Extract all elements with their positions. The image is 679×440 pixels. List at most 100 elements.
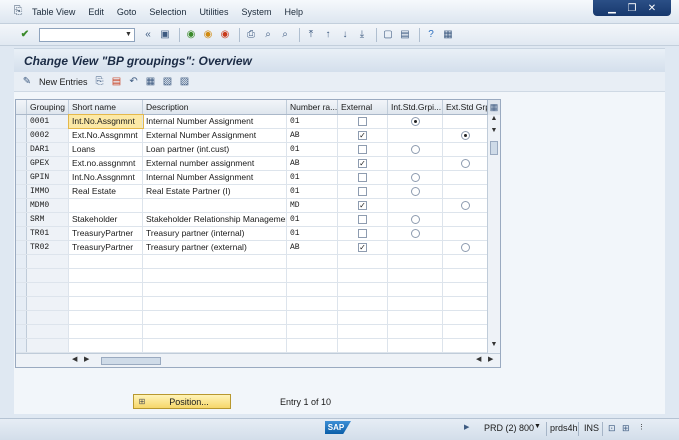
column-header-int-std-grouping[interactable]: Int.Std.Grpi... bbox=[388, 100, 443, 114]
row-selector[interactable] bbox=[16, 115, 27, 128]
column-header-grouping[interactable]: Grouping bbox=[27, 100, 69, 114]
scroll-down-icon[interactable]: ▼ bbox=[488, 127, 500, 139]
row-selector[interactable] bbox=[16, 129, 27, 142]
cell-short-name[interactable]: TreasuryPartner bbox=[69, 241, 143, 254]
previous-page-icon[interactable]: ↑ bbox=[321, 28, 335, 42]
new-session-icon[interactable]: ▢ bbox=[381, 28, 395, 42]
scroll-right-end-icon[interactable]: ▶ bbox=[488, 355, 493, 363]
print-icon[interactable]: ⎙ bbox=[244, 28, 258, 42]
row-selector[interactable] bbox=[16, 325, 27, 338]
cell-number-range[interactable]: 01 bbox=[287, 115, 338, 128]
cell-number-range[interactable]: 01 bbox=[287, 213, 338, 226]
cell-short-name[interactable]: TreasuryPartner bbox=[69, 227, 143, 240]
row-selector[interactable] bbox=[16, 255, 27, 268]
int-std-grouping-radio[interactable] bbox=[410, 187, 420, 196]
cell-description[interactable]: External number assignment bbox=[143, 157, 287, 170]
ext-std-grouping-radio[interactable] bbox=[461, 131, 470, 140]
exit-icon[interactable]: ◉ bbox=[201, 28, 215, 42]
ext-std-grouping-radio[interactable] bbox=[461, 243, 470, 252]
row-selector[interactable] bbox=[16, 185, 27, 198]
horizontal-scrollbar[interactable]: ◀ ▶ ◀ ▶ bbox=[16, 353, 500, 367]
scroll-down-end-icon[interactable]: ▼ bbox=[488, 341, 500, 353]
int-std-grouping-radio[interactable] bbox=[410, 229, 420, 238]
menu-item-edit[interactable]: Edit bbox=[88, 7, 104, 17]
menu-item-help[interactable]: Help bbox=[284, 7, 303, 17]
column-header-number-range[interactable]: Number ra... bbox=[287, 100, 338, 114]
external-checkbox[interactable] bbox=[358, 145, 367, 154]
undo-icon[interactable]: ↶ bbox=[127, 75, 141, 89]
row-selector[interactable] bbox=[16, 297, 27, 310]
column-header-description[interactable]: Description bbox=[143, 100, 287, 114]
next-page-icon[interactable]: ↓ bbox=[338, 28, 352, 42]
cell-short-name[interactable]: Int.No.Assgnmnt bbox=[68, 114, 144, 129]
select-all-icon[interactable]: ▦ bbox=[144, 75, 158, 89]
row-selector[interactable] bbox=[16, 311, 27, 324]
cell-number-range[interactable]: 01 bbox=[287, 227, 338, 240]
cell-number-range[interactable]: AB bbox=[287, 241, 338, 254]
cell-short-name[interactable]: Ext.No.Assgnmnt bbox=[69, 129, 143, 142]
delete-icon[interactable]: ▤ bbox=[110, 75, 124, 89]
new-entries-button[interactable]: New Entries bbox=[39, 77, 88, 87]
select-block-icon[interactable]: ▧ bbox=[161, 75, 175, 89]
row-selector[interactable] bbox=[16, 143, 27, 156]
cell-description[interactable]: Treasury partner (external) bbox=[143, 241, 287, 254]
cell-short-name[interactable] bbox=[69, 199, 143, 212]
scroll-left-end-icon[interactable]: ◀ bbox=[476, 355, 481, 363]
cell-description[interactable]: Internal Number Assignment bbox=[143, 171, 287, 184]
cell-description[interactable]: Treasury partner (internal) bbox=[143, 227, 287, 240]
menu-item-system[interactable]: System bbox=[241, 7, 271, 17]
command-field[interactable]: ▼ bbox=[39, 27, 135, 42]
external-checkbox[interactable] bbox=[358, 117, 367, 126]
cell-number-range[interactable]: 01 bbox=[287, 185, 338, 198]
cell-number-range[interactable]: 01 bbox=[287, 143, 338, 156]
int-std-grouping-radio[interactable] bbox=[410, 215, 420, 224]
row-selector[interactable] bbox=[16, 227, 27, 240]
menu-item-selection[interactable]: Selection bbox=[149, 7, 186, 17]
cell-number-range[interactable]: 01 bbox=[287, 171, 338, 184]
cell-number-range[interactable]: AB bbox=[287, 157, 338, 170]
external-checkbox[interactable]: ✓ bbox=[358, 243, 367, 252]
status-expand-icon[interactable]: ▶ bbox=[464, 423, 469, 431]
help-icon[interactable]: ? bbox=[424, 28, 438, 42]
row-selector[interactable] bbox=[16, 339, 27, 352]
scroll-up-icon[interactable]: ▲ bbox=[488, 115, 500, 127]
cell-short-name[interactable]: Int.No.Assgnmnt bbox=[69, 171, 143, 184]
save-icon[interactable]: ▣ bbox=[158, 28, 172, 42]
enter-icon[interactable]: ✔ bbox=[18, 28, 32, 42]
column-header-ext-std-grouping[interactable]: Ext.Std Grp bbox=[443, 100, 488, 114]
row-selector[interactable] bbox=[16, 199, 27, 212]
change-display-icon[interactable]: ✎ bbox=[20, 75, 34, 89]
copy-icon[interactable]: ⎘ bbox=[93, 75, 107, 89]
ext-std-grouping-radio[interactable] bbox=[461, 159, 470, 168]
customize-layout-icon[interactable]: ▦ bbox=[441, 28, 455, 42]
external-checkbox[interactable]: ✓ bbox=[358, 131, 367, 140]
column-header-external[interactable]: External bbox=[338, 100, 388, 114]
cell-description[interactable]: Internal Number Assignment bbox=[143, 115, 287, 128]
external-checkbox[interactable] bbox=[358, 229, 367, 238]
status-dropdown-icon[interactable]: ▼ bbox=[534, 423, 541, 430]
table-settings-icon[interactable]: ▦ bbox=[487, 100, 500, 115]
int-std-grouping-radio[interactable] bbox=[410, 145, 420, 154]
cell-description[interactable]: External Number Assignment bbox=[143, 129, 287, 142]
cell-description[interactable] bbox=[143, 199, 287, 212]
hscroll-thumb[interactable] bbox=[101, 357, 161, 365]
vertical-scrollbar[interactable]: ▲ ▼ ▼ bbox=[487, 115, 500, 353]
row-selector[interactable] bbox=[16, 283, 27, 296]
scroll-left-icon[interactable]: ◀ bbox=[72, 355, 77, 363]
row-selector[interactable] bbox=[16, 157, 27, 170]
menu-item-goto[interactable]: Goto bbox=[117, 7, 137, 17]
find-icon[interactable]: ⌕ bbox=[261, 28, 275, 42]
cell-number-range[interactable]: AB bbox=[287, 129, 338, 142]
scroll-thumb[interactable] bbox=[490, 141, 498, 155]
double-left-icon[interactable]: « bbox=[141, 28, 155, 42]
last-page-icon[interactable]: ⤓ bbox=[355, 28, 369, 42]
external-checkbox[interactable] bbox=[358, 215, 367, 224]
menu-item-table-view[interactable]: Table View bbox=[32, 7, 75, 17]
cell-description[interactable]: Stakeholder Relationship Management bbox=[143, 213, 287, 226]
minimize-icon[interactable]: ▁ bbox=[605, 3, 619, 14]
external-checkbox[interactable] bbox=[358, 187, 367, 196]
row-selector[interactable] bbox=[16, 171, 27, 184]
cell-short-name[interactable]: Ext.no.assgnmnt bbox=[69, 157, 143, 170]
cell-short-name[interactable]: Stakeholder bbox=[69, 213, 143, 226]
cell-description[interactable]: Loan partner (int.cust) bbox=[143, 143, 287, 156]
